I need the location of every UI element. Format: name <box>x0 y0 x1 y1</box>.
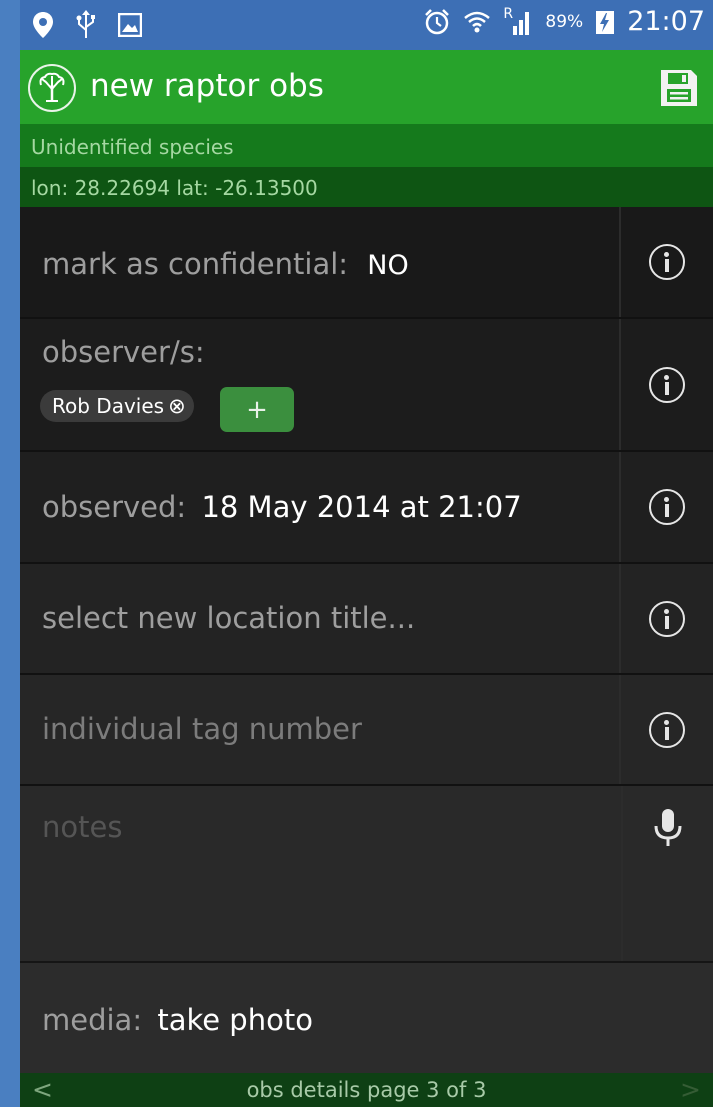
action-bar: new raptor obs <box>20 50 713 124</box>
observers-label: observer/s: <box>42 335 205 369</box>
page-indicator: < obs details page 3 of 3 > <box>20 1073 713 1107</box>
observed-label: observed: <box>42 490 187 524</box>
save-icon <box>661 70 697 106</box>
info-icon <box>649 244 685 280</box>
location-pin-icon <box>33 12 53 38</box>
tag-number-field[interactable]: individual tag number <box>42 712 362 746</box>
microphone-icon <box>654 809 682 846</box>
clock: 21:07 <box>627 6 705 37</box>
species-label[interactable]: Unidentified species <box>20 124 713 167</box>
media-label: media: <box>42 1003 143 1037</box>
add-observer-button[interactable]: + <box>220 387 294 432</box>
alarm-icon <box>425 8 450 34</box>
battery-percentage: 89% <box>545 11 584 32</box>
phone-screen: R 89% 21:07 new raptor obs Unidentified … <box>20 0 713 1107</box>
image-icon <box>118 13 142 37</box>
confidential-field: mark as confidential: NO <box>42 247 409 281</box>
wifi-icon <box>464 11 491 32</box>
confidential-value[interactable]: NO <box>367 250 408 281</box>
media-field: media: take photo <box>42 1003 313 1037</box>
usb-icon <box>76 10 95 38</box>
location-info-button[interactable] <box>619 564 713 673</box>
coordinates-label: lon: 28.22694 lat: -26.13500 <box>20 167 713 207</box>
observer-chip[interactable]: Rob Davies ⊗ <box>40 390 194 422</box>
status-bar: R 89% 21:07 <box>20 0 713 50</box>
info-icon <box>649 366 685 403</box>
battery-charging-icon <box>596 10 615 34</box>
notes-field[interactable]: notes <box>42 810 122 844</box>
observers-row: observer/s: Rob Davies ⊗ + <box>20 319 713 452</box>
remove-observer-icon[interactable]: ⊗ <box>168 394 186 418</box>
confidential-row[interactable]: mark as confidential: NO <box>20 207 713 319</box>
location-row[interactable]: select new location title... <box>20 564 713 675</box>
info-icon <box>649 489 685 525</box>
voice-input-button[interactable] <box>621 786 713 961</box>
info-icon <box>649 600 685 637</box>
signal-icon: R <box>503 6 533 36</box>
confidential-label: mark as confidential: <box>42 247 349 281</box>
tag-info-button[interactable] <box>619 675 713 784</box>
notes-row[interactable]: notes <box>20 786 713 963</box>
tag-number-row[interactable]: individual tag number <box>20 675 713 786</box>
page-title: new raptor obs <box>90 68 324 104</box>
observers-info-button[interactable] <box>619 319 713 450</box>
confidential-info-button[interactable] <box>619 207 713 317</box>
info-icon <box>649 711 685 748</box>
location-field[interactable]: select new location title... <box>42 601 415 635</box>
observed-info-button[interactable] <box>619 452 713 562</box>
page-indicator-label: obs details page 3 of 3 <box>246 1078 487 1102</box>
observer-chip-name: Rob Davies <box>52 394 165 418</box>
next-page-button[interactable]: > <box>680 1075 701 1104</box>
save-button[interactable] <box>659 68 699 108</box>
observed-row[interactable]: observed: 18 May 2014 at 21:07 <box>20 452 713 564</box>
observed-field: observed: 18 May 2014 at 21:07 <box>42 490 522 524</box>
take-photo-link[interactable]: take photo <box>157 1003 313 1037</box>
observed-value[interactable]: 18 May 2014 at 21:07 <box>201 490 521 524</box>
tree-logo-icon[interactable] <box>28 64 76 112</box>
